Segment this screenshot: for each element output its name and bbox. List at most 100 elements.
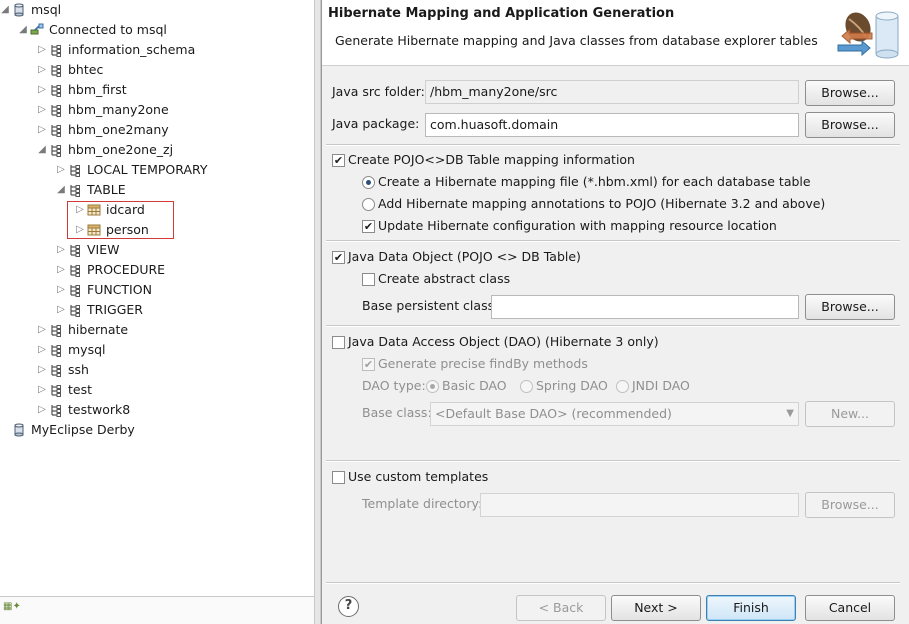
schema-icon (49, 403, 63, 417)
tree-row[interactable]: ▷ testwork8 (0, 400, 314, 420)
pane-divider[interactable] (314, 0, 321, 624)
tree-row[interactable]: ◢ hbm_one2one_zj (0, 140, 314, 160)
java-data-object-checkbox[interactable]: ✔ (332, 251, 345, 264)
tree-row[interactable]: ▷ hibernate (0, 320, 314, 340)
folder-icon (68, 243, 82, 257)
findby-checkbox[interactable]: ✔ (362, 358, 375, 371)
create-pojo-checkbox[interactable]: ✔ (332, 154, 345, 167)
help-icon[interactable]: ? (338, 596, 359, 617)
update-config-checkbox[interactable]: ✔ (362, 220, 375, 233)
tree-collapsed-icon[interactable]: ▷ (56, 300, 66, 320)
custom-templates-label: Use custom templates (348, 469, 489, 484)
database-icon (12, 3, 26, 17)
selection-highlight-box (67, 201, 174, 239)
separator (326, 240, 900, 242)
spring-dao-radio[interactable] (520, 380, 533, 393)
base-persistent-label: Base persistent class: (362, 298, 499, 313)
tree-item-label: hbm_one2many (68, 122, 169, 137)
tree-row[interactable]: ▷ test (0, 380, 314, 400)
tree-item-label: hbm_first (68, 82, 127, 97)
tree-collapsed-icon[interactable]: ▷ (37, 80, 47, 100)
tree-row[interactable]: ▷ FUNCTION (0, 280, 314, 300)
tree-collapsed-icon[interactable]: ▷ (37, 320, 47, 340)
cancel-button[interactable]: Cancel (805, 595, 895, 621)
tree-item-label: test (68, 382, 93, 397)
tree-item-label: msql (31, 2, 62, 17)
tree-item-label: VIEW (87, 242, 120, 257)
tree-item-label: FUNCTION (87, 282, 152, 297)
new-base-class-button[interactable]: New... (805, 401, 895, 427)
tree-row[interactable]: ▷ PROCEDURE (0, 260, 314, 280)
tree-row[interactable]: ▷ VIEW (0, 240, 314, 260)
java-src-folder-field[interactable]: /hbm_many2one/src (425, 80, 799, 104)
separator (326, 144, 900, 146)
tree-item-label: information_schema (68, 42, 196, 57)
tree-row[interactable]: ▷ bhtec (0, 60, 314, 80)
tree-item-label: hbm_one2one_zj (68, 142, 174, 157)
tree-collapsed-icon[interactable]: ▷ (56, 240, 66, 260)
tree-item-label: mysql (68, 342, 106, 357)
tree-row[interactable]: ▷ TRIGGER (0, 300, 314, 320)
tree-row[interactable]: ◢ msql (0, 0, 314, 20)
tree-collapsed-icon[interactable]: ▷ (37, 100, 47, 120)
spring-dao-label: Spring DAO (536, 378, 608, 393)
schema-icon (49, 143, 63, 157)
browse-base-persistent-button[interactable]: Browse... (805, 294, 895, 320)
tree-collapsed-icon[interactable]: ▷ (56, 280, 66, 300)
tree-row[interactable]: ▷ ssh (0, 360, 314, 380)
java-data-object-label: Java Data Object (POJO <> DB Table) (348, 249, 581, 264)
tree-row[interactable]: ◢ Connected to msql (0, 20, 314, 40)
template-directory-field[interactable] (480, 493, 799, 517)
tree-row[interactable]: ▷ information_schema (0, 40, 314, 60)
tree-item-label: LOCAL TEMPORARY (87, 162, 208, 177)
tree-row[interactable]: ▷ LOCAL TEMPORARY (0, 160, 314, 180)
folder-icon (68, 283, 82, 297)
abstract-class-checkbox[interactable] (362, 273, 375, 286)
schema-icon (49, 123, 63, 137)
tree-collapsed-icon[interactable]: ▷ (37, 380, 47, 400)
tree-collapsed-icon[interactable]: ▷ (56, 260, 66, 280)
tree-expanded-icon[interactable]: ◢ (18, 20, 28, 40)
base-persistent-field[interactable] (491, 295, 799, 319)
update-config-label: Update Hibernate configuration with mapp… (378, 218, 777, 233)
tree-item-label: TRIGGER (87, 302, 143, 317)
back-button[interactable]: < Back (516, 595, 606, 621)
tree-collapsed-icon[interactable]: ▷ (37, 40, 47, 60)
separator (326, 582, 900, 584)
tree-collapsed-icon[interactable]: ▷ (37, 400, 47, 420)
tree-collapsed-icon[interactable]: ▷ (37, 340, 47, 360)
basic-dao-radio[interactable] (426, 380, 439, 393)
mapping-file-radio[interactable] (362, 176, 375, 189)
jndi-dao-radio[interactable] (616, 380, 629, 393)
tree-collapsed-icon[interactable]: ▷ (56, 160, 66, 180)
tree-row[interactable]: ▷ hbm_one2many (0, 120, 314, 140)
browse-src-folder-button[interactable]: Browse... (805, 80, 895, 106)
abstract-class-label: Create abstract class (378, 271, 511, 286)
chevron-down-icon: ▼ (786, 408, 794, 419)
browse-package-button[interactable]: Browse... (805, 112, 895, 138)
custom-templates-checkbox[interactable] (332, 471, 345, 484)
tree-expanded-icon[interactable]: ◢ (37, 140, 47, 160)
dao-checkbox[interactable] (332, 336, 345, 349)
next-button[interactable]: Next > (611, 595, 701, 621)
tree-expanded-icon[interactable]: ◢ (0, 0, 10, 20)
tree-row[interactable]: ▷ hbm_many2one (0, 100, 314, 120)
tree-row[interactable]: ◢ TABLE (0, 180, 314, 200)
tree-collapsed-icon[interactable]: ▷ (37, 360, 47, 380)
tree-row[interactable]: ▷ mysql (0, 340, 314, 360)
finish-button[interactable]: Finish (706, 595, 796, 621)
tree-item-label: testwork8 (68, 402, 131, 417)
tree-expanded-icon[interactable]: ◢ (56, 180, 66, 200)
schema-icon (49, 383, 63, 397)
tree-row[interactable]: MyEclipse Derby (0, 420, 314, 440)
base-class-select[interactable]: <Default Base DAO> (recommended) ▼ (430, 402, 799, 426)
tree-item-label: ssh (68, 362, 89, 377)
tree-row[interactable]: ▷ hbm_first (0, 80, 314, 100)
tree-collapsed-icon[interactable]: ▷ (37, 120, 47, 140)
tree-item-label: MyEclipse Derby (31, 422, 135, 437)
annotations-radio[interactable] (362, 198, 375, 211)
schema-icon (49, 343, 63, 357)
tree-collapsed-icon[interactable]: ▷ (37, 60, 47, 80)
java-package-field[interactable]: com.huasoft.domain (425, 113, 799, 137)
browse-template-directory-button[interactable]: Browse... (805, 492, 895, 518)
